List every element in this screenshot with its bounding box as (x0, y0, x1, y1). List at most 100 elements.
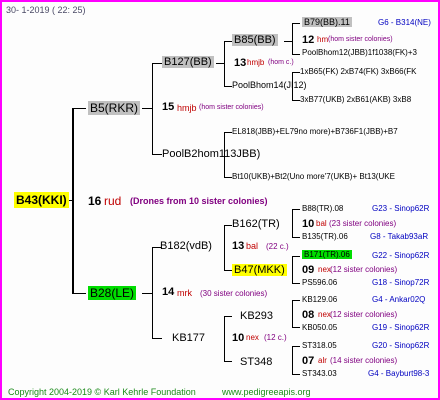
root-drones-note: (Drones from 10 sister colonies) (130, 196, 268, 206)
father-note: (30 sister colonies) (200, 289, 268, 298)
ff-year: 10 (232, 332, 245, 344)
fmfm-queen[interactable]: B171(TR).06 (302, 250, 352, 259)
connector (292, 346, 300, 347)
fmf-note: (12 sister colonies) (330, 265, 398, 274)
connector (292, 209, 293, 238)
connector (292, 346, 293, 375)
connector (224, 225, 232, 226)
mm-breeder[interactable]: hmjb (247, 58, 264, 67)
connector (284, 41, 292, 42)
ffm-year: 08 (302, 309, 315, 321)
mm-note: (hom c.) (268, 59, 294, 66)
fmfm-location[interactable]: G22 - Sinop62R (372, 251, 429, 260)
fm-note: (22 c.) (266, 242, 289, 251)
ffmf-location[interactable]: G19 - Sinop62R (372, 323, 429, 332)
connector (292, 237, 300, 238)
root-breeder[interactable]: rud (104, 194, 121, 208)
fff-breeder[interactable]: alr (318, 356, 327, 365)
father-breeder[interactable]: mrk (177, 288, 192, 298)
connector (292, 256, 293, 284)
connector (224, 86, 232, 87)
connector (292, 256, 300, 257)
ff-breeder[interactable]: nex (246, 333, 259, 342)
root-queen[interactable]: B43(KKI) (14, 192, 69, 208)
fmf-queen[interactable]: B47(MKK) (232, 264, 287, 276)
fmff-queen[interactable]: PS596.06 (302, 278, 337, 287)
ffff-location[interactable]: G4 - Bayburt98-3 (368, 369, 429, 378)
mother-note: (hom sister colonies) (199, 104, 264, 111)
fm-year: 13 (232, 240, 245, 252)
fff-year: 07 (302, 355, 315, 367)
connector (292, 374, 300, 375)
connector (292, 327, 300, 328)
ffm-note: (12 sister colonies) (330, 310, 398, 319)
mf-mother-line: EL818(JBB)+EL79no more)+B736F1(JBB)+B7 (232, 127, 398, 136)
connector (224, 270, 232, 271)
connector (292, 54, 300, 55)
connector (142, 108, 152, 109)
fffm-queen[interactable]: ST318.05 (302, 341, 337, 350)
fmm-breeder[interactable]: bal (316, 219, 327, 228)
fmm-note: (23 sister colonies) (329, 219, 397, 228)
connector (292, 23, 293, 55)
connector (152, 154, 162, 155)
connector (224, 132, 232, 133)
fmf-year: 09 (302, 264, 315, 276)
mmmf-queen[interactable]: PoolBhom12(JBB)1f1038(FK)+3 (302, 48, 417, 57)
root-year: 16 (88, 194, 102, 208)
mf-father-line: Bt10(UKB)+Bt2(Uno more'7(UKB)+ Bt13(UKE (232, 172, 395, 181)
fmmm-location[interactable]: G23 - Sinop62R (372, 204, 429, 213)
mother-queen[interactable]: B5(RKR) (88, 101, 141, 115)
connector (152, 63, 153, 155)
ffm-queen[interactable]: KB293 (240, 310, 273, 322)
ffff-queen[interactable]: ST343.03 (302, 369, 337, 378)
ffm-breeder[interactable]: nex (318, 310, 331, 319)
father-year: 14 (162, 286, 175, 298)
connector (292, 283, 300, 284)
mmf-queen[interactable]: PoolBhom14(JI12) (232, 80, 307, 90)
connector (152, 247, 153, 339)
connector (224, 316, 225, 362)
fmmm-queen[interactable]: B88(TR).08 (302, 204, 343, 213)
connector (216, 63, 224, 64)
ffmm-location[interactable]: G4 - Ankar02Q (372, 295, 425, 304)
fmmf-location[interactable]: G8 - Takab93aR (370, 232, 428, 241)
ff-note: (12 c.) (264, 333, 287, 342)
connector (72, 108, 74, 294)
mmmm-location[interactable]: G6 - B314(NE) (378, 18, 431, 27)
fmm-queen[interactable]: B162(TR) (232, 218, 280, 230)
father-queen[interactable]: B28(LE) (88, 286, 137, 300)
ffmf-queen[interactable]: KB050.05 (302, 323, 337, 332)
mother-breeder[interactable]: hmjb (177, 103, 197, 113)
connector (292, 300, 293, 328)
mmf-mother-line: 1xB65(FK) 2xB74(FK) 3xB66(FK (300, 67, 417, 76)
fm-breeder[interactable]: bal (246, 241, 258, 251)
mmm-year: 12 (302, 34, 315, 46)
mmm-breeder[interactable]: hm (317, 35, 328, 44)
fff-queen[interactable]: ST348 (240, 356, 272, 368)
fmmf-queen[interactable]: B135(TR).06 (302, 232, 348, 241)
connector (224, 225, 225, 271)
connector (142, 293, 152, 294)
ff-queen[interactable]: KB177 (172, 332, 205, 344)
fmm-year: 10 (302, 218, 315, 230)
mmm-note: (hom sister colonies) (328, 36, 393, 43)
mf-queen[interactable]: PoolB2hom113JBB) (162, 148, 260, 160)
fm-queen[interactable]: B182(vdB) (160, 240, 212, 252)
timestamp: 30- 1-2019 ( 22: 25) (6, 5, 86, 15)
mmmm-queen[interactable]: B79(BB).11 (302, 17, 352, 27)
connector (292, 209, 300, 210)
pedigree-panel: 30- 1-2019 ( 22: 25) B43(KKI) 16 rud (Dr… (0, 0, 440, 400)
fffm-location[interactable]: G20 - Sinop62R (372, 341, 429, 350)
copyright: Copyright 2004-2019 © Karl Kehrle Founda… (8, 387, 196, 397)
fmf-breeder[interactable]: nex (318, 265, 331, 274)
connector (224, 316, 232, 317)
mmm-queen[interactable]: B85(BB) (232, 34, 278, 46)
site-link[interactable]: www.pedigreeapis.org (222, 387, 311, 397)
connector (292, 23, 300, 24)
fmff-location[interactable]: G18 - Sinop72R (372, 278, 429, 287)
connector (292, 300, 300, 301)
connector (72, 108, 86, 109)
mm-queen[interactable]: B127(BB) (162, 56, 214, 68)
ffmm-queen[interactable]: KB129.06 (302, 295, 337, 304)
